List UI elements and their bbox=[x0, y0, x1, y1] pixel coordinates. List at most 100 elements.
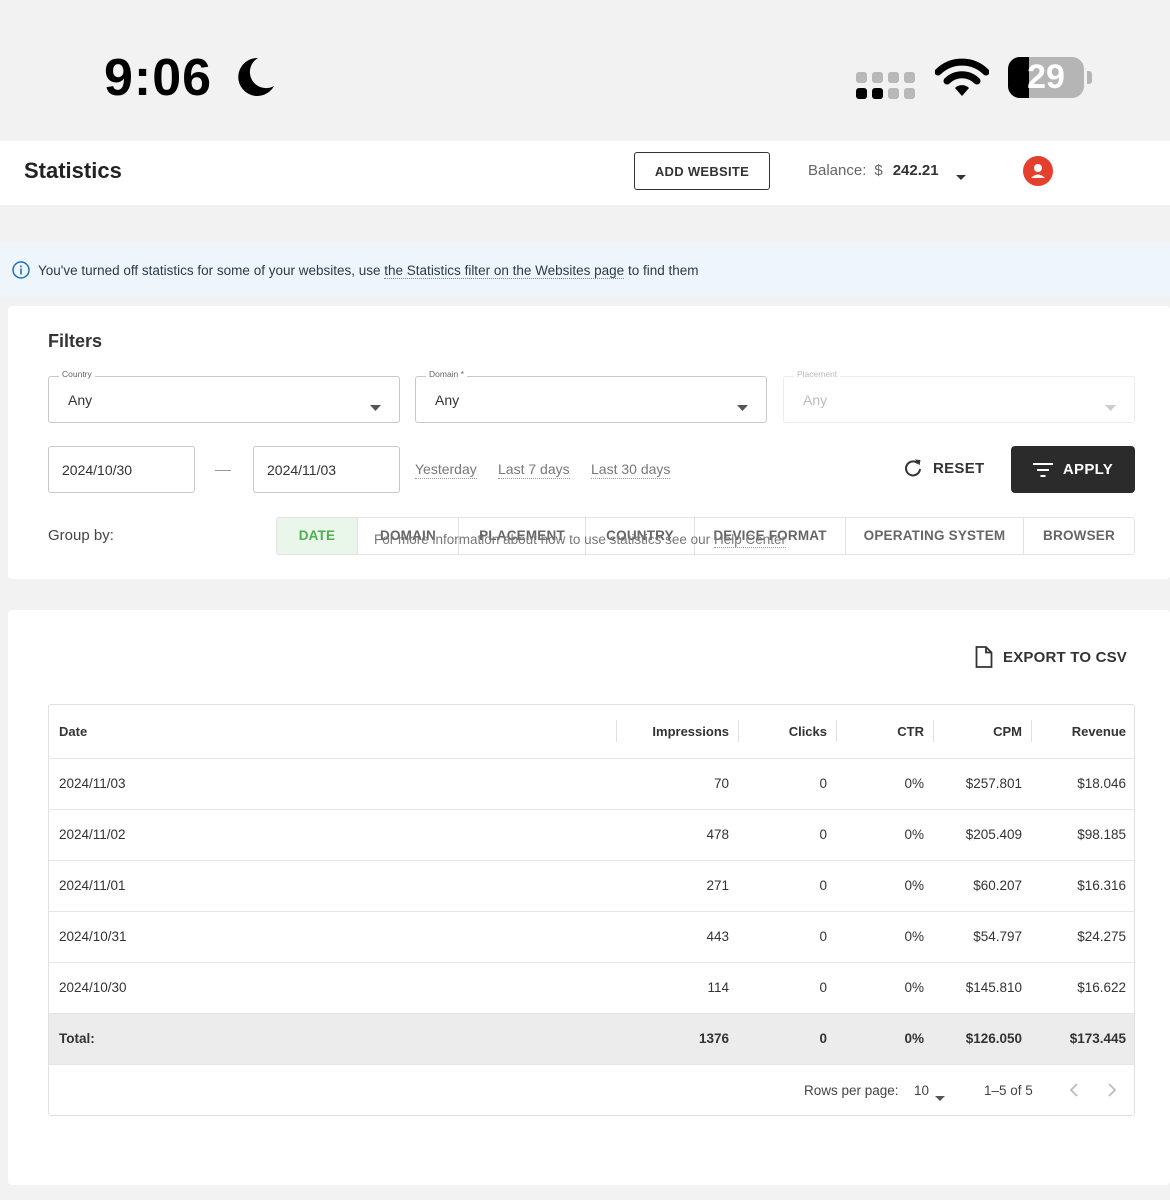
cell-revenue: $16.316 bbox=[1032, 860, 1134, 912]
balance-value: 242.21 bbox=[892, 162, 939, 179]
notice-text-after: to find them bbox=[627, 262, 699, 278]
status-bar: 9:06 29 bbox=[0, 0, 1170, 140]
quick-range-last-7-days[interactable]: Last 7 days bbox=[498, 461, 570, 479]
table-row: 2024/11/02 478 0 0% $205.409 $98.185 bbox=[49, 809, 1134, 861]
cell-date: 2024/11/02 bbox=[49, 809, 617, 861]
cell-ctr: 0% bbox=[837, 911, 934, 963]
info-notice: You've turned off statistics for some of… bbox=[0, 243, 1170, 297]
cell-cpm: $145.810 bbox=[934, 962, 1032, 1014]
balance-currency: $ bbox=[874, 162, 883, 179]
column-header-date[interactable]: Date bbox=[49, 705, 617, 759]
total-clicks: 0 bbox=[739, 1013, 837, 1065]
user-icon bbox=[1031, 164, 1045, 178]
domain-value: Any bbox=[435, 392, 460, 408]
cell-clicks: 0 bbox=[739, 860, 837, 912]
date-to-input[interactable]: 2024/11/03 bbox=[253, 446, 400, 493]
cell-impressions: 443 bbox=[617, 911, 739, 963]
total-label: Total: bbox=[49, 1013, 617, 1065]
domain-label: Domain * bbox=[426, 369, 467, 379]
table-total-row: Total: 1376 0 0% $126.050 $173.445 bbox=[49, 1013, 1134, 1065]
date-from-input[interactable]: 2024/10/30 bbox=[48, 446, 195, 493]
cell-ctr: 0% bbox=[837, 860, 934, 912]
rows-per-page-label: Rows per page: bbox=[804, 1083, 899, 1098]
quick-range-yesterday[interactable]: Yesterday bbox=[415, 461, 477, 479]
cell-cpm: $205.409 bbox=[934, 809, 1032, 861]
chevron-down-icon bbox=[1105, 398, 1116, 416]
chevron-down-icon[interactable] bbox=[935, 1089, 945, 1104]
wifi-icon bbox=[934, 58, 990, 103]
cell-date: 2024/10/31 bbox=[49, 911, 617, 963]
cell-cpm: $60.207 bbox=[934, 860, 1032, 912]
placement-label: Placement bbox=[794, 369, 841, 379]
cell-cpm: $257.801 bbox=[934, 758, 1032, 810]
placement-select: Placement Any bbox=[783, 369, 1135, 423]
chevron-right-icon[interactable] bbox=[1107, 1082, 1117, 1101]
app-header: Statistics ADD WEBSITE Balance: $ 242.21 bbox=[0, 141, 1170, 205]
chevron-down-icon bbox=[370, 398, 381, 416]
table-row: 2024/11/03 70 0 0% $257.801 $18.046 bbox=[49, 758, 1134, 810]
country-select[interactable]: Country Any bbox=[48, 369, 400, 423]
battery-level: 29 bbox=[1027, 58, 1065, 96]
column-header-cpm[interactable]: CPM bbox=[934, 705, 1032, 759]
table-row: 2024/11/01 271 0 0% $60.207 $16.316 bbox=[49, 860, 1134, 912]
table-pagination: Rows per page: 10 1–5 of 5 bbox=[49, 1066, 1134, 1115]
cell-cpm: $54.797 bbox=[934, 911, 1032, 963]
moon-icon bbox=[236, 56, 276, 103]
quick-range-last-30-days[interactable]: Last 30 days bbox=[591, 461, 671, 479]
chevron-down-icon[interactable] bbox=[955, 168, 967, 186]
reset-label: RESET bbox=[933, 459, 985, 477]
notice-text-before: You've turned off statistics for some of… bbox=[38, 262, 381, 278]
country-label: Country bbox=[59, 369, 95, 379]
reset-button[interactable]: RESET bbox=[903, 458, 985, 478]
chevron-left-icon[interactable] bbox=[1069, 1082, 1079, 1101]
apply-button[interactable]: APPLY bbox=[1011, 446, 1135, 493]
avatar[interactable] bbox=[1023, 156, 1053, 186]
refresh-icon bbox=[905, 459, 921, 477]
cell-revenue: $18.046 bbox=[1032, 758, 1134, 810]
cell-ctr: 0% bbox=[837, 758, 934, 810]
results-card: EXPORT TO CSV Date Impressions Clicks CT… bbox=[8, 610, 1170, 1185]
cell-date: 2024/11/01 bbox=[49, 860, 617, 912]
notice-text: You've turned off statistics for some of… bbox=[38, 262, 699, 279]
cell-revenue: $16.622 bbox=[1032, 962, 1134, 1014]
column-header-impressions[interactable]: Impressions bbox=[617, 705, 739, 759]
cell-clicks: 0 bbox=[739, 962, 837, 1014]
cell-ctr: 0% bbox=[837, 809, 934, 861]
export-csv-label: EXPORT TO CSV bbox=[1003, 648, 1128, 666]
info-icon bbox=[12, 261, 30, 279]
table-row: 2024/10/30 114 0 0% $145.810 $16.622 bbox=[49, 962, 1134, 1014]
cell-impressions: 70 bbox=[617, 758, 739, 810]
export-csv-button[interactable]: EXPORT TO CSV bbox=[975, 646, 1127, 668]
cell-clicks: 0 bbox=[739, 758, 837, 810]
footer-note: For more information about how to use st… bbox=[0, 532, 1170, 548]
column-header-revenue[interactable]: Revenue bbox=[1032, 705, 1134, 759]
cell-revenue: $98.185 bbox=[1032, 809, 1134, 861]
domain-select[interactable]: Domain * Any bbox=[415, 369, 767, 423]
add-website-button[interactable]: ADD WEBSITE bbox=[634, 152, 770, 190]
table-row: 2024/10/31 443 0 0% $54.797 $24.275 bbox=[49, 911, 1134, 963]
placement-value: Any bbox=[803, 392, 828, 408]
page-title: Statistics bbox=[24, 158, 122, 183]
total-impressions: 1376 bbox=[617, 1013, 739, 1065]
rows-per-page-select[interactable]: 10 bbox=[914, 1083, 929, 1098]
chevron-down-icon bbox=[737, 398, 748, 416]
balance-label: Balance: bbox=[808, 162, 867, 179]
cell-revenue: $24.275 bbox=[1032, 911, 1134, 963]
column-header-ctr[interactable]: CTR bbox=[837, 705, 934, 759]
cell-date: 2024/10/30 bbox=[49, 962, 617, 1014]
battery-icon: 29 bbox=[1008, 57, 1084, 98]
statistics-filter-link[interactable]: the Statistics filter on the Websites pa… bbox=[384, 262, 625, 279]
status-time: 9:06 bbox=[104, 49, 213, 107]
total-revenue: $173.445 bbox=[1032, 1013, 1134, 1065]
cell-impressions: 114 bbox=[617, 962, 739, 1014]
column-header-clicks[interactable]: Clicks bbox=[739, 705, 837, 759]
balance[interactable]: Balance: $ 242.21 bbox=[808, 162, 939, 179]
signal-icon bbox=[856, 72, 916, 105]
cell-impressions: 271 bbox=[617, 860, 739, 912]
battery-cap bbox=[1087, 71, 1092, 84]
cell-date: 2024/11/03 bbox=[49, 758, 617, 810]
filters-title: Filters bbox=[48, 331, 103, 351]
help-center-link[interactable]: Help Center bbox=[713, 532, 786, 548]
country-value: Any bbox=[68, 392, 93, 408]
file-icon bbox=[975, 646, 993, 668]
